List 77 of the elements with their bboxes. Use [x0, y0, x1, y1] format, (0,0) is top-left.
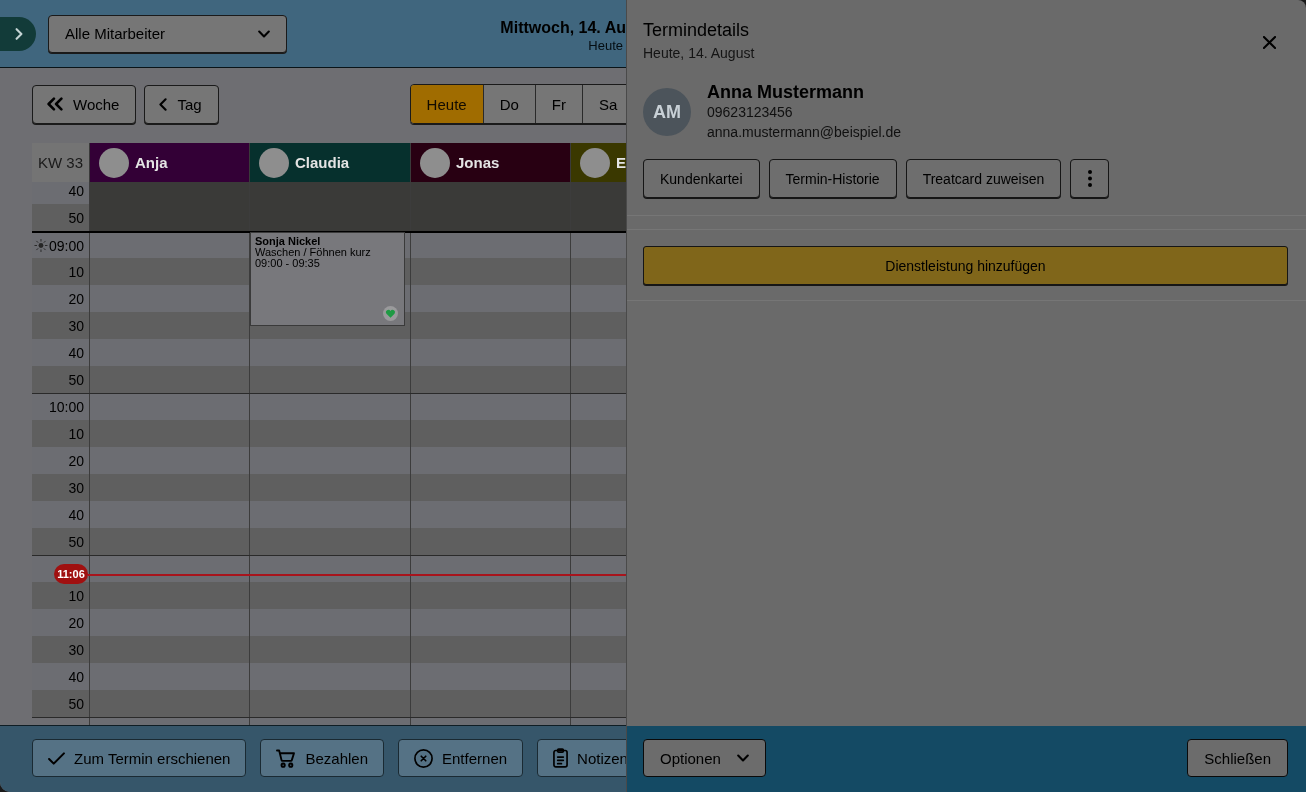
clipboard-icon — [553, 748, 569, 768]
close-icon — [1262, 35, 1276, 49]
time-label: 10 — [68, 263, 84, 280]
day-tab[interactable]: Fr — [534, 85, 582, 123]
service-name: Waschen / Föhnen kurz — [255, 247, 372, 258]
close-panel-button[interactable]: Schließen — [1187, 739, 1288, 777]
options-dropdown[interactable]: Optionen — [643, 739, 766, 777]
time-label: 10 — [68, 425, 84, 442]
time-label: 50 — [68, 209, 84, 226]
week-back-button[interactable]: Woche — [32, 84, 137, 124]
staff-name: Anja — [135, 154, 168, 171]
time-label: 30 — [68, 317, 84, 334]
staff-header[interactable]: Jonas — [410, 143, 570, 182]
time-label: 20 — [68, 614, 84, 631]
client-name: Sonja Nickel — [255, 236, 321, 247]
more-options-button[interactable] — [1070, 159, 1110, 198]
date-subtitle: Heute — [588, 37, 623, 54]
customer-email: anna.mustermann@beispiel.de — [707, 123, 901, 142]
staff-header[interactable]: Anja — [89, 143, 249, 182]
sun-icon — [34, 238, 48, 253]
time-label: 40 — [68, 506, 84, 523]
staff-header[interactable]: E — [570, 143, 626, 182]
time-label: 30 — [68, 641, 84, 658]
staff-filter-dropdown[interactable]: Alle Mitarbeiter — [48, 14, 287, 53]
appointment-card[interactable]: Sonja Nickel Waschen / Föhnen kurz 09:00 - 09:35 — [250, 232, 405, 326]
day-back-button[interactable]: Tag — [144, 84, 219, 124]
time-label: 09:00 — [48, 237, 84, 254]
staff-name: Claudia — [295, 154, 350, 171]
time-label: 50 — [68, 695, 84, 712]
date-title: Mittwoch, 14. Au — [500, 17, 626, 38]
customer-name: Anna Mustermann — [707, 82, 866, 102]
sidebar-toggle-button[interactable] — [0, 16, 36, 51]
customer-action-button[interactable]: Treatcard zuweisen — [905, 159, 1062, 198]
customer-action-button[interactable]: Termin-Historie — [768, 159, 897, 198]
attended-button[interactable]: Zum Termin erschienen — [32, 739, 247, 777]
panel-title: Termindetails — [643, 19, 751, 42]
time-label: 40 — [68, 344, 84, 361]
appointment-time: 09:00 - 09:35 — [255, 258, 321, 269]
remove-button[interactable]: Entfernen — [398, 739, 524, 777]
staff-name: E — [616, 154, 626, 171]
time-label: 10 — [68, 587, 84, 604]
kebab-menu-icon — [1087, 170, 1092, 187]
avatar-placeholder — [580, 147, 610, 178]
pay-button[interactable]: Bezahlen — [260, 739, 384, 777]
week-number: KW 33 — [32, 143, 89, 182]
heart-icon — [383, 306, 398, 321]
time-label: 30 — [68, 479, 84, 496]
avatar-placeholder — [420, 147, 450, 178]
panel-subtitle: Heute, 14. August — [643, 44, 755, 62]
day-tab[interactable]: Sa — [582, 85, 626, 123]
staff-header[interactable]: Claudia — [249, 143, 410, 182]
day-tab[interactable]: Do — [482, 85, 535, 123]
time-label: 50 — [68, 533, 84, 550]
avatar-placeholder — [259, 147, 289, 178]
time-label: 10:00 — [48, 399, 84, 415]
day-tab[interactable]: Heute — [410, 85, 483, 123]
time-label: 50 — [68, 371, 84, 388]
staff-name: Jonas — [456, 154, 500, 171]
caret-down-icon — [258, 29, 270, 38]
avatar-placeholder — [99, 147, 129, 178]
chevron-left-icon — [159, 97, 168, 111]
chevron-right-icon — [15, 27, 23, 40]
current-time-badge: 11:06 — [54, 564, 88, 584]
checkmark-icon — [48, 751, 65, 765]
cart-icon — [276, 748, 297, 768]
add-service-button[interactable]: Dienstleistung hinzufügen — [643, 246, 1288, 285]
time-label: 40 — [68, 182, 84, 199]
customer-action-button[interactable]: Kundenkartei — [643, 159, 760, 198]
caret-down-icon — [736, 754, 749, 762]
notes-button[interactable]: Notizen — [537, 739, 626, 777]
customer-phone: 09623123456 — [707, 103, 794, 122]
x-circle-icon — [414, 748, 433, 768]
time-label: 20 — [68, 452, 84, 469]
time-label: 40 — [68, 668, 84, 685]
double-chevron-left-icon — [47, 97, 63, 111]
customer-avatar: AM — [643, 88, 691, 136]
time-label: 20 — [68, 290, 84, 307]
